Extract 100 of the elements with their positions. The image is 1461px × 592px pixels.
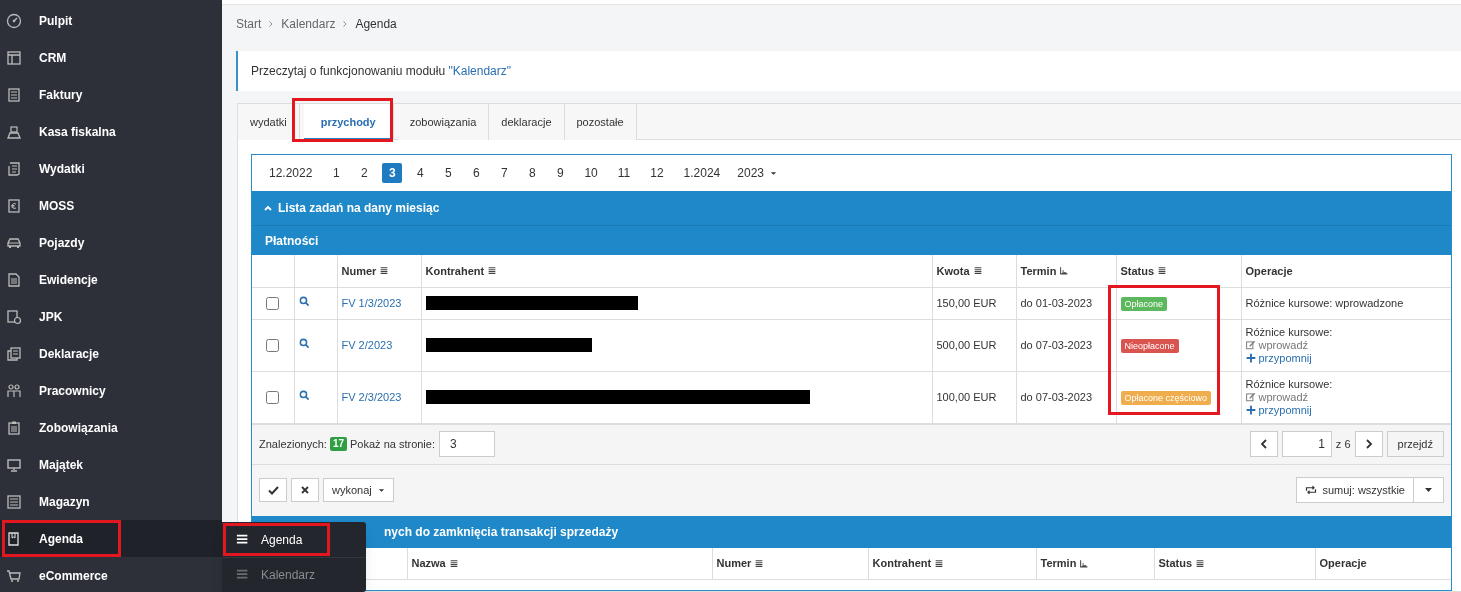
column-header[interactable]: Kontrahent xyxy=(872,555,945,572)
sidebar-item[interactable]: eCommerce xyxy=(6,557,108,592)
sort-icon xyxy=(1195,558,1206,568)
page-count: z 6 xyxy=(1335,436,1351,452)
month-link[interactable]: 10 xyxy=(578,163,604,183)
list-document-icon xyxy=(6,493,22,510)
search-icon[interactable] xyxy=(298,296,310,307)
gauge-icon xyxy=(6,12,22,29)
operations-text: Różnice kursowe: wprowadzone xyxy=(1245,296,1405,310)
invoice-link[interactable]: FV 2/3/2023 xyxy=(341,391,402,403)
month-link[interactable]: 8 xyxy=(522,163,543,183)
plus-icon xyxy=(1245,405,1256,415)
breadcrumb-item[interactable]: Start xyxy=(236,15,262,33)
sort-icon xyxy=(754,558,765,568)
section-header[interactable]: Lista zadań na dany miesiąc xyxy=(252,191,1451,226)
remind-link[interactable]: przypomnij xyxy=(1245,351,1447,365)
module-link[interactable]: "Kalendarz" xyxy=(448,64,511,78)
column-header[interactable]: Numer xyxy=(716,555,765,572)
row-checkbox[interactable] xyxy=(266,391,280,405)
status-badge: Opłacone częściowo xyxy=(1120,391,1212,405)
sum-dropdown-toggle[interactable] xyxy=(1414,477,1444,503)
sidebar-item[interactable]: Wydatki xyxy=(6,150,85,187)
breadcrumb-item[interactable]: Kalendarz xyxy=(281,15,336,33)
chevron-up-icon xyxy=(264,205,272,211)
menu-icon xyxy=(236,568,250,582)
status-badge: Nieopłacone xyxy=(1120,339,1179,353)
page-input[interactable]: 1 xyxy=(1281,431,1332,457)
sort-icon xyxy=(487,266,498,276)
month-link[interactable]: 4 xyxy=(410,163,431,183)
row-checkbox[interactable] xyxy=(266,297,280,311)
caret-icon xyxy=(770,169,777,177)
confirm-button[interactable] xyxy=(259,478,287,502)
clipboard-icon xyxy=(6,419,22,436)
sort-icon xyxy=(379,266,390,276)
sidebar-item[interactable]: Magazyn xyxy=(6,483,90,520)
sidebar-item[interactable]: JPK xyxy=(6,298,63,335)
sum-button[interactable]: sumuj: wszystkie xyxy=(1296,477,1414,503)
next-page-button[interactable] xyxy=(1354,431,1383,457)
column-header[interactable]: Nazwa xyxy=(411,555,459,572)
month-link[interactable]: 3 xyxy=(382,163,403,183)
column-header[interactable]: Termin xyxy=(1040,555,1090,572)
sidebar-item[interactable]: Kasa fiskalna xyxy=(6,113,116,150)
receipt-icon xyxy=(6,160,22,177)
month-link[interactable]: 5 xyxy=(438,163,459,183)
sidebar-item[interactable]: Pracownicy xyxy=(6,372,106,409)
search-icon[interactable] xyxy=(298,338,310,349)
column-header[interactable]: Termin xyxy=(1020,262,1070,279)
submenu-item[interactable]: Agenda xyxy=(236,530,303,549)
go-button[interactable]: przejdź xyxy=(1386,431,1444,457)
sidebar-item[interactable]: Zobowiązania xyxy=(6,409,118,446)
remind-link[interactable]: przypomnij xyxy=(1245,403,1447,417)
invoice-link[interactable]: FV 1/3/2023 xyxy=(341,297,402,309)
row-checkbox[interactable] xyxy=(266,339,280,353)
sort-icon xyxy=(1157,266,1168,276)
chevron-left-icon xyxy=(1259,439,1268,449)
month-link[interactable]: 1.2024 xyxy=(677,163,727,183)
enter-link[interactable]: wprowadź xyxy=(1245,338,1447,352)
sidebar-item[interactable]: CRM xyxy=(6,39,67,76)
month-link[interactable]: 11 xyxy=(611,163,637,183)
close-icon xyxy=(301,486,309,494)
sidebar-item[interactable]: Majątek xyxy=(6,446,84,483)
sort-ascending-icon xyxy=(1059,266,1070,276)
edit-icon xyxy=(1245,392,1256,402)
column-header[interactable]: Kwota xyxy=(936,262,983,279)
cancel-button[interactable] xyxy=(291,478,319,502)
enter-link[interactable]: wprowadź xyxy=(1245,390,1447,404)
tab[interactable]: pozostałe xyxy=(564,104,637,140)
column-header: Operacje xyxy=(1319,556,1367,571)
column-header[interactable]: Status xyxy=(1120,262,1168,279)
per-page-input[interactable]: 3 xyxy=(439,431,495,457)
sidebar-item[interactable]: Ewidencje xyxy=(6,261,98,298)
search-icon[interactable] xyxy=(298,390,310,401)
month-link[interactable]: 12 xyxy=(644,163,670,183)
sidebar-item[interactable]: MOSS xyxy=(6,187,75,224)
submenu-item[interactable]: Kalendarz xyxy=(236,566,316,584)
month-link[interactable]: 7 xyxy=(494,163,515,183)
column-header[interactable]: Status xyxy=(1158,555,1206,572)
tab[interactable]: zobowiązania xyxy=(397,104,490,140)
sidebar-item[interactable]: Pulpit xyxy=(6,2,73,39)
month-link[interactable]: 2 xyxy=(354,163,375,183)
month-link[interactable]: 6 xyxy=(466,163,487,183)
repeat-icon xyxy=(1305,484,1318,496)
column-header[interactable]: Numer xyxy=(341,262,390,279)
sidebar-item[interactable]: Deklaracje xyxy=(6,335,100,372)
sidebar-item[interactable]: Pojazdy xyxy=(6,224,85,261)
month-link[interactable]: 1 xyxy=(326,163,347,183)
sidebar-item[interactable]: Faktury xyxy=(6,76,83,113)
tab[interactable]: wydatki xyxy=(238,104,300,140)
tab[interactable]: przychody xyxy=(303,104,394,140)
column-header[interactable]: Kontrahent xyxy=(425,262,498,279)
tab[interactable]: deklaracje xyxy=(489,104,565,140)
execute-dropdown[interactable]: wykonaj xyxy=(323,478,394,502)
invoice-link[interactable]: FV 2/2023 xyxy=(341,339,393,351)
year-dropdown[interactable]: 2023 xyxy=(737,163,777,183)
month-link[interactable]: 12.2022 xyxy=(263,163,319,183)
plus-icon xyxy=(1245,353,1256,363)
found-count-badge: 17 xyxy=(329,437,347,451)
previous-page-button[interactable] xyxy=(1249,431,1278,457)
month-link[interactable]: 9 xyxy=(550,163,571,183)
operations-text: Różnice kursowe: xyxy=(1245,377,1334,391)
